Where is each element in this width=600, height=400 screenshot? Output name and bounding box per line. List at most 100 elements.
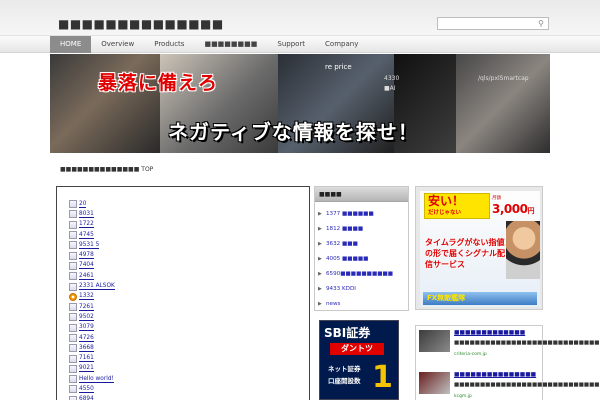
page-icon (69, 395, 77, 400)
nav-item-japanese[interactable]: ■■■■■■■■ (194, 36, 267, 53)
category-item[interactable]: ▶ news (315, 296, 408, 311)
category-label[interactable]: 4005 ■■■■■ (326, 256, 368, 262)
fx-signal-ad[interactable]: 安い！ だけじゃない 月額 3,000円 タイムラグがない指値の形で届くシグナル… (415, 186, 543, 310)
category-label[interactable]: 1812 ■■■■ (326, 226, 363, 232)
post-list: 20 8031 1722 4745 9531 5 4978 7404 2461 … (69, 199, 249, 400)
page-icon (69, 220, 77, 229)
link-description: ■■■■■■■■■■■■■■■■■■■■■■■■■■■■■■■ (454, 382, 600, 388)
list-item[interactable]: 4745 (69, 230, 249, 240)
related-link[interactable]: ■■■■■■■■■■■■■■■ ■■■■■■■■■■■■■■■■■■■■■■■■… (418, 370, 600, 400)
post-link[interactable]: 6894 (79, 396, 94, 400)
banner-ticker-1: re price (325, 63, 352, 71)
list-item[interactable]: 2331 ALSOK (69, 281, 249, 291)
post-link[interactable]: 7161 (79, 355, 94, 363)
list-item[interactable]: Hello world! (69, 374, 249, 384)
nav-item-company[interactable]: Company (315, 36, 368, 53)
post-link[interactable]: 4726 (79, 335, 94, 342)
page-icon (69, 261, 77, 270)
triangle-right-icon: ▶ (318, 300, 322, 307)
site-header: ■■■■■■■■■■■■■■ ⚲ (0, 0, 600, 36)
post-link[interactable]: 3079 (79, 324, 94, 332)
post-link[interactable]: 9021 (79, 365, 94, 373)
post-link[interactable]: 4550 (79, 386, 94, 393)
category-widget-title: ■■■■ (315, 187, 408, 202)
list-item[interactable]: 3668 (69, 343, 249, 353)
link-url[interactable]: criteria-com.jp (454, 352, 487, 357)
category-item[interactable]: ▶ 9433 KDDI (315, 281, 408, 296)
category-item[interactable]: ▶ 4005 ■■■■■ (315, 251, 408, 266)
post-link[interactable]: 1332 (79, 293, 94, 301)
ad-sub-label: だけじゃない (428, 210, 462, 216)
post-link[interactable]: 7261 (79, 304, 94, 311)
related-link[interactable]: ■■■■■■■■■■■■■ ■■■■■■■■■■■■■■■■■■■■■■■■■■… (418, 328, 600, 364)
triangle-right-icon: ▶ (318, 285, 322, 292)
main-nav: HOME Overview Products ■■■■■■■■ Support … (0, 36, 600, 53)
list-item[interactable]: 9021 (69, 364, 249, 374)
category-label[interactable]: 9433 KDDI (326, 286, 356, 292)
post-link[interactable]: 8031 (79, 211, 94, 218)
breadcrumb[interactable]: ■■■■■■■■■■■■■■ TOP (60, 166, 153, 173)
nav-item-support[interactable]: Support (267, 36, 315, 53)
post-link[interactable]: 3668 (79, 345, 94, 352)
post-link[interactable]: 7404 (79, 262, 94, 270)
link-title[interactable]: ■■■■■■■■■■■■■■■ (454, 372, 536, 378)
post-link[interactable]: 1722 (79, 221, 94, 229)
category-list: ▶ 1377 ■■■■■■ ▶ 1812 ■■■■ ▶ 3632 ■■■ ▶ 4005 … (315, 202, 408, 311)
search-icon[interactable]: ⚲ (535, 18, 547, 29)
link-url[interactable]: kcgm.jp (454, 394, 472, 399)
category-label[interactable]: news (326, 301, 340, 307)
category-widget: ■■■■ ▶ 1377 ■■■■■■ ▶ 1812 ■■■■ ▶ 3632 ■■■ ▶… (314, 186, 409, 311)
post-link[interactable]: 2461 (79, 273, 94, 280)
link-thumbnail[interactable] (419, 372, 450, 394)
post-link[interactable]: 9502 (79, 314, 94, 321)
list-item[interactable]: 4978 (69, 250, 249, 260)
list-item[interactable]: 9531 5 (69, 240, 249, 250)
category-item[interactable]: ▶ 1377 ■■■■■■ (315, 206, 408, 221)
site-title[interactable]: ■■■■■■■■■■■■■■ (58, 17, 224, 31)
list-item[interactable]: 7161 (69, 353, 249, 363)
list-item[interactable]: 9502 (69, 312, 249, 322)
post-link[interactable]: 4978 (79, 252, 94, 260)
list-item[interactable]: 4550 (69, 384, 249, 394)
nav-item-home[interactable]: HOME (50, 36, 92, 53)
category-item[interactable]: ▶ 3632 ■■■ (315, 236, 408, 251)
banner-ticker-4: ■AI (384, 85, 396, 92)
post-link[interactable]: 20 (79, 201, 87, 208)
list-item[interactable]: 7261 (69, 302, 249, 312)
list-item[interactable]: 1722 (69, 220, 249, 230)
list-item[interactable]: 2461 (69, 271, 249, 281)
list-item[interactable]: 6894 (69, 395, 249, 400)
list-item[interactable]: 8031 (69, 209, 249, 219)
nav-item-overview[interactable]: Overview (91, 36, 144, 53)
triangle-right-icon: ▶ (318, 210, 322, 217)
ad-price-value: 3,000 (492, 202, 528, 216)
search-input[interactable]: ⚲ (437, 17, 549, 30)
post-link[interactable]: 2331 ALSOK (79, 283, 115, 291)
page-icon (69, 344, 77, 353)
banner-ticker-2: 4330 (384, 75, 400, 82)
sbi-line-2: 口座開設数 (328, 377, 361, 385)
nav-item-products[interactable]: Products (144, 36, 194, 53)
category-item[interactable]: ▶ 6590■■■■■■■■■■ (315, 266, 408, 281)
post-link[interactable]: Hello world! (79, 376, 114, 383)
fx-signal-ad-image[interactable]: 安い！ だけじゃない 月額 3,000円 タイムラグがない指値の形で届くシグナル… (420, 191, 540, 307)
sbi-logo: SBI証券 (324, 326, 371, 340)
sbi-rank: 1 (372, 360, 393, 395)
category-item[interactable]: ▶ 1812 ■■■■ (315, 221, 408, 236)
list-item[interactable]: 4726 (69, 333, 249, 343)
category-label[interactable]: 6590■■■■■■■■■■ (326, 271, 393, 277)
list-item[interactable]: 1332 (69, 292, 249, 302)
post-link[interactable]: 9531 5 (79, 242, 100, 249)
list-item[interactable]: 7404 (69, 261, 249, 271)
list-item[interactable]: 20 (69, 199, 249, 209)
list-item[interactable]: 3079 (69, 323, 249, 333)
link-thumbnail[interactable] (419, 330, 450, 352)
nav-menu: HOME Overview Products ■■■■■■■■ Support … (50, 36, 368, 53)
category-label[interactable]: 1377 ■■■■■■ (326, 211, 374, 217)
link-description: ■■■■■■■■■■■■■■■■■■■■■■■■■■■■■■■■ (454, 340, 600, 346)
sbi-ad[interactable]: SBI証券 ダントツ ネット証券 口座開設数 1 (319, 320, 399, 400)
post-link[interactable]: 4745 (79, 232, 94, 239)
link-title[interactable]: ■■■■■■■■■■■■■ (454, 330, 525, 336)
page-icon (69, 251, 77, 260)
category-label[interactable]: 3632 ■■■ (326, 241, 358, 247)
